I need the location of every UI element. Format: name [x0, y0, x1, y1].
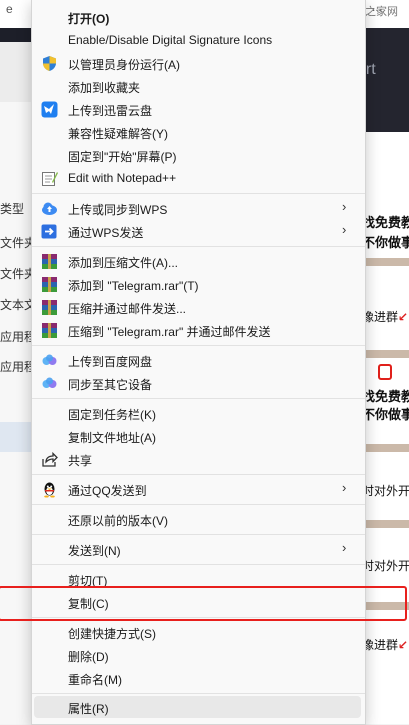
menu-item-label: 添加到 "Telegram.rar"(T): [68, 279, 199, 293]
menu-separator: [32, 474, 365, 475]
menu-item-winrar-compress-email[interactable]: 压缩并通过邮件发送...: [34, 296, 361, 318]
menu-item-winrar-add-archive[interactable]: 添加到压缩文件(A)...: [34, 250, 361, 272]
menu-separator: [32, 345, 365, 346]
web-text: 找免费教: [362, 389, 409, 404]
web-text-body: 像进群: [362, 310, 399, 324]
winrar-icon: [41, 299, 58, 316]
menu-item-wps-send[interactable]: 通过WPS发送 ›: [34, 220, 361, 242]
menu-item-label: 共享: [68, 454, 93, 468]
menu-item-label: 添加到收藏夹: [68, 81, 141, 95]
red-box-icon: [378, 364, 392, 380]
uac-shield-icon: [41, 55, 58, 72]
share-icon: [41, 451, 58, 468]
menu-item-compat-troubleshoot[interactable]: 兼容性疑难解答(Y): [34, 121, 361, 143]
menu-separator: [32, 534, 365, 535]
web-text: 像进群↙: [362, 308, 408, 325]
menu-item-label: 属性(R): [68, 702, 109, 716]
menu-item-label: 添加到压缩文件(A)...: [68, 256, 178, 270]
menu-item-label: 复制文件地址(A): [68, 431, 156, 445]
menu-item-upload-xunlei[interactable]: 上传到迅雷云盘: [34, 98, 361, 120]
menu-item-winrar-add-telegram[interactable]: 添加到 "Telegram.rar"(T): [34, 273, 361, 295]
wps-cloud-icon: [41, 200, 58, 217]
submenu-arrow-icon: ›: [342, 480, 347, 495]
web-text: 像进群↙: [362, 636, 408, 653]
notepad-plus-icon: [41, 170, 58, 187]
baidu-cloud-icon: [41, 375, 58, 392]
menu-item-label: 打开(O): [68, 12, 110, 26]
menu-item-digital-signature-icons[interactable]: Enable/Disable Digital Signature Icons: [34, 29, 361, 51]
menu-item-label: 通过QQ发送到: [68, 484, 147, 498]
winrar-icon: [41, 276, 58, 293]
tab-ellipsis: e: [6, 2, 13, 16]
menu-item-open[interactable]: 打开(O): [34, 6, 361, 28]
menu-item-label: 压缩到 "Telegram.rar" 并通过邮件发送: [68, 325, 271, 339]
menu-item-pin-taskbar[interactable]: 固定到任务栏(K): [34, 402, 361, 424]
menu-item-label: 上传到百度网盘: [68, 355, 153, 369]
menu-item-label: 以管理员身份运行(A): [68, 58, 180, 72]
qq-penguin-icon: [41, 481, 58, 498]
baidu-cloud-icon: [41, 352, 58, 369]
menu-item-restore-versions[interactable]: 还原以前的版本(V): [34, 508, 361, 530]
menu-separator: [32, 693, 365, 694]
menu-item-send-qq[interactable]: 通过QQ发送到 ›: [34, 478, 361, 500]
menu-item-label: 固定到"开始"屏幕(P): [68, 150, 177, 164]
menu-item-share[interactable]: 共享: [34, 448, 361, 470]
web-text: 时对外开: [362, 559, 409, 573]
menu-item-label: 重命名(M): [68, 673, 122, 687]
menu-item-label: Enable/Disable Digital Signature Icons: [68, 33, 273, 47]
menu-item-pin-to-start[interactable]: 固定到"开始"屏幕(P): [34, 144, 361, 166]
menu-item-sync-devices[interactable]: 同步至其它设备: [34, 372, 361, 394]
menu-item-label: 创建快捷方式(S): [68, 627, 156, 641]
menu-item-label: 发送到(N): [68, 544, 121, 558]
winrar-icon: [41, 253, 58, 270]
red-arrow-icon: ↙: [398, 638, 409, 652]
menu-item-rename[interactable]: 重命名(M): [34, 667, 361, 689]
red-arrow-icon: ↙: [398, 310, 409, 324]
menu-item-label: 通过WPS发送: [68, 226, 144, 240]
xunlei-bird-icon: [41, 101, 58, 118]
menu-item-delete[interactable]: 删除(D): [34, 644, 361, 666]
menu-item-label: 上传或同步到WPS: [68, 203, 168, 217]
menu-item-send-to[interactable]: 发送到(N) ›: [34, 538, 361, 560]
web-text: 不你做事: [362, 407, 409, 422]
wps-send-icon: [41, 223, 58, 240]
menu-separator: [32, 398, 365, 399]
web-text: 找免费教: [362, 215, 409, 230]
menu-item-run-as-admin[interactable]: 以管理员身份运行(A): [34, 52, 361, 74]
winrar-icon: [41, 322, 58, 339]
web-text-body: 像进群: [362, 638, 399, 652]
menu-item-label: 同步至其它设备: [68, 378, 153, 392]
menu-item-label: 压缩并通过邮件发送...: [68, 302, 187, 316]
web-text: 时对外开: [362, 484, 409, 498]
menu-item-properties[interactable]: 属性(R): [34, 696, 361, 718]
menu-item-label: 固定到任务栏(K): [68, 408, 156, 422]
menu-separator: [32, 193, 365, 194]
menu-item-wps-sync[interactable]: 上传或同步到WPS ›: [34, 197, 361, 219]
menu-item-label: 还原以前的版本(V): [68, 514, 168, 528]
menu-separator: [32, 246, 365, 247]
menu-item-label: 删除(D): [68, 650, 109, 664]
submenu-arrow-icon: ›: [342, 222, 347, 237]
menu-separator: [32, 564, 365, 565]
menu-item-label: Edit with Notepad++: [68, 171, 177, 185]
menu-separator: [32, 504, 365, 505]
menu-item-label: 兼容性疑难解答(Y): [68, 127, 168, 141]
menu-item-edit-notepad[interactable]: Edit with Notepad++: [34, 167, 361, 189]
menu-item-add-to-favorites[interactable]: 添加到收藏夹: [34, 75, 361, 97]
menu-item-upload-baidu[interactable]: 上传到百度网盘: [34, 349, 361, 371]
submenu-arrow-icon: ›: [342, 540, 347, 555]
explorer-type-header: 类型: [0, 202, 25, 216]
menu-item-copy-path[interactable]: 复制文件地址(A): [34, 425, 361, 447]
menu-item-label: 上传到迅雷云盘: [68, 104, 153, 118]
annotation-highlight-box: [0, 586, 407, 621]
submenu-arrow-icon: ›: [342, 199, 347, 214]
web-text: 不你做事: [362, 235, 409, 250]
menu-item-create-shortcut[interactable]: 创建快捷方式(S): [34, 621, 361, 643]
menu-item-winrar-compress-telegram-email[interactable]: 压缩到 "Telegram.rar" 并通过邮件发送: [34, 319, 361, 341]
